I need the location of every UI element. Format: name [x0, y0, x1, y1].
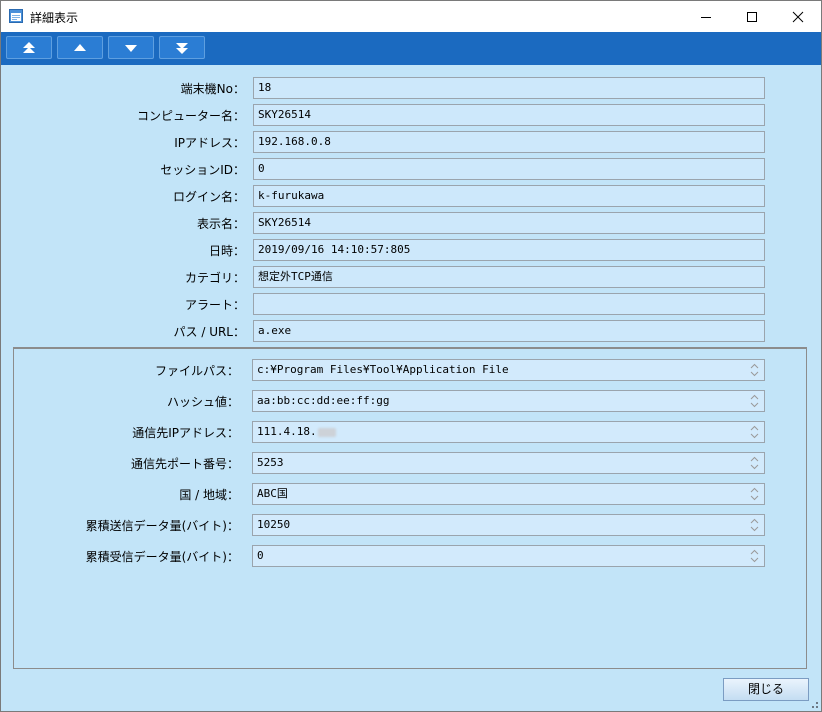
- file-path-label: ファイルパス：: [154, 364, 239, 378]
- category-field[interactable]: 想定外TCP通信: [253, 266, 765, 288]
- alert-label: アラート：: [184, 298, 245, 312]
- session-id-field[interactable]: 0: [253, 158, 765, 180]
- country-value: ABC国: [257, 487, 288, 500]
- recv-bytes-field[interactable]: 0: [252, 545, 765, 567]
- terminal-no-label: 端末機No：: [180, 82, 245, 96]
- dest-port-value: 5253: [257, 456, 284, 469]
- close-icon: [792, 11, 804, 22]
- app-window-icon: [9, 9, 23, 23]
- double-down-arrow-icon: [176, 42, 188, 54]
- display-name-field[interactable]: SKY26514: [253, 212, 765, 234]
- detail-window: 詳細表示 端末機No： 18 コンピューター名： SKY26514 IPアドレス…: [0, 0, 822, 712]
- previous-record-button[interactable]: [57, 36, 103, 59]
- scroll-arrows-icon[interactable]: [748, 455, 761, 471]
- session-id-label: セッションID：: [160, 163, 245, 177]
- computer-name-field[interactable]: SKY26514: [253, 104, 765, 126]
- file-path-value: c:¥Program Files¥Tool¥Application File: [257, 363, 509, 376]
- hash-label: ハッシュ値：: [166, 395, 239, 409]
- path-url-label: パス / URL：: [173, 325, 245, 339]
- close-button[interactable]: 閉じる: [723, 678, 809, 701]
- hash-field[interactable]: aa:bb:cc:dd:ee:ff:gg: [252, 390, 765, 412]
- scroll-arrows-icon[interactable]: [748, 517, 761, 533]
- category-label: カテゴリ：: [184, 271, 245, 285]
- scroll-arrows-icon[interactable]: [748, 424, 761, 440]
- display-name-label: 表示名：: [196, 217, 245, 231]
- redacted-octet: [317, 427, 336, 437]
- datetime-field[interactable]: 2019/09/16 14:10:57:805: [253, 239, 765, 261]
- computer-name-label: コンピューター名：: [136, 109, 245, 123]
- login-name-field[interactable]: k-furukawa: [253, 185, 765, 207]
- country-field[interactable]: ABC国: [252, 483, 765, 505]
- scroll-arrows-icon[interactable]: [748, 393, 761, 409]
- path-url-field[interactable]: a.exe: [253, 320, 765, 342]
- minimize-button[interactable]: [683, 1, 729, 32]
- country-label: 国 / 地域：: [179, 488, 239, 502]
- dest-port-field[interactable]: 5253: [252, 452, 765, 474]
- sent-bytes-field[interactable]: 10250: [252, 514, 765, 536]
- alert-field[interactable]: [253, 293, 765, 315]
- recv-bytes-label: 累積受信データ量(バイト)：: [85, 550, 239, 564]
- first-record-button[interactable]: [6, 36, 52, 59]
- ip-address-label: IPアドレス：: [174, 136, 245, 150]
- recv-bytes-value: 0: [257, 549, 264, 562]
- login-name-label: ログイン名：: [172, 190, 245, 204]
- sent-bytes-label: 累積送信データ量(バイト)：: [85, 519, 239, 533]
- dest-ip-value: 111.4.18.: [257, 425, 317, 438]
- down-arrow-icon: [125, 44, 137, 52]
- scroll-arrows-icon[interactable]: [748, 362, 761, 378]
- next-record-button[interactable]: [108, 36, 154, 59]
- close-window-button[interactable]: [775, 1, 821, 32]
- file-path-field[interactable]: c:¥Program Files¥Tool¥Application File: [252, 359, 765, 381]
- maximize-button[interactable]: [729, 1, 775, 32]
- window-title: 詳細表示: [30, 11, 79, 25]
- hash-value: aa:bb:cc:dd:ee:ff:gg: [257, 394, 390, 407]
- double-up-arrow-icon: [23, 41, 35, 53]
- dest-ip-label: 通信先IPアドレス：: [132, 426, 239, 440]
- dest-ip-field[interactable]: 111.4.18.: [252, 421, 765, 443]
- title-bar: 詳細表示: [1, 1, 821, 32]
- terminal-no-field[interactable]: 18: [253, 77, 765, 99]
- up-arrow-icon: [74, 43, 86, 51]
- minimize-icon: [701, 16, 711, 18]
- datetime-label: 日時：: [208, 244, 245, 258]
- ip-address-field[interactable]: 192.168.0.8: [253, 131, 765, 153]
- navigation-toolbar: [1, 32, 821, 65]
- scroll-arrows-icon[interactable]: [748, 548, 761, 564]
- sent-bytes-value: 10250: [257, 518, 291, 531]
- scroll-arrows-icon[interactable]: [748, 486, 761, 502]
- last-record-button[interactable]: [159, 36, 205, 59]
- dest-port-label: 通信先ポート番号：: [130, 457, 239, 471]
- resize-grip-icon[interactable]: [809, 699, 819, 709]
- maximize-icon: [747, 11, 757, 22]
